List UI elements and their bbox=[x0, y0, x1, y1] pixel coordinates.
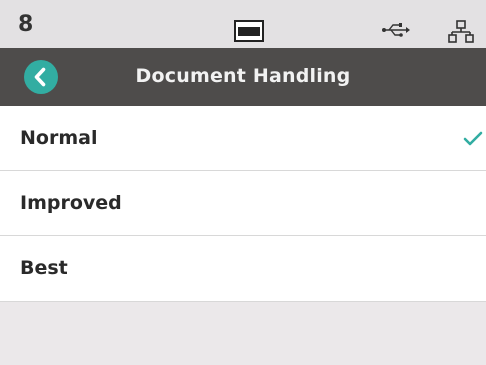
option-label: Best bbox=[20, 257, 68, 279]
title-bar: Document Handling bbox=[0, 48, 486, 106]
option-normal[interactable]: Normal bbox=[0, 106, 486, 171]
status-bar: 8 bbox=[0, 0, 486, 48]
network-icon bbox=[448, 20, 474, 48]
status-count: 8 bbox=[18, 12, 34, 37]
check-icon bbox=[463, 131, 483, 151]
option-improved[interactable]: Improved bbox=[0, 171, 486, 236]
screen-icon bbox=[234, 20, 264, 46]
option-list: Normal Improved Best bbox=[0, 106, 486, 302]
option-best[interactable]: Best bbox=[0, 236, 486, 302]
page-title: Document Handling bbox=[135, 65, 351, 87]
usb-icon bbox=[381, 22, 411, 41]
option-label: Improved bbox=[20, 192, 122, 214]
option-label: Normal bbox=[20, 127, 98, 149]
